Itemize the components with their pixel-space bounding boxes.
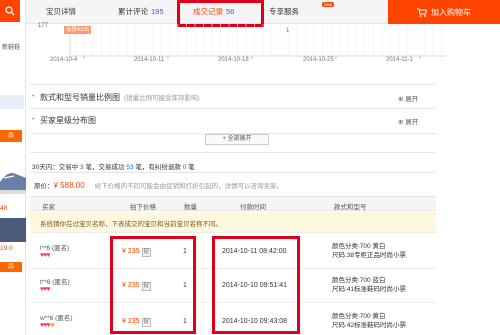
divider xyxy=(30,152,436,153)
expand-toggle-sales[interactable]: ⊕ 展开 xyxy=(398,93,418,103)
divider xyxy=(30,84,436,85)
x-tick-label: 2014-11-1 xyxy=(386,57,413,63)
row-style: 颜色分类:700 蓝白 尺码:41标准鞋码时尚小票 xyxy=(332,277,407,293)
x-tick-label: 2014-10-18 xyxy=(218,57,249,63)
bullet-icon: • xyxy=(32,116,35,123)
col-price: 拍下价格 xyxy=(130,204,156,211)
buyer-name[interactable]: l**6 (匿名) xyxy=(40,242,69,252)
buyer-level-icon: ♥♥♥ xyxy=(40,286,51,293)
expand-toggle-stars[interactable]: ⊕ 展开 xyxy=(398,116,418,126)
col-buyer: 买家 xyxy=(42,204,55,211)
divider xyxy=(30,108,436,109)
section-style-sales[interactable]: 款式和型号销量比例图 (销量比例可能受库存影响) xyxy=(40,92,200,103)
bullet-icon: • xyxy=(32,93,35,100)
original-price: 原价：¥ 588.00 给下价格的不同可能会由促销和打折引起的，详情可以咨询卖家。 xyxy=(34,181,284,190)
sales-trend-chart xyxy=(69,24,446,59)
search-icon xyxy=(5,6,15,16)
highlight-price-qty xyxy=(110,236,196,334)
transaction-stats: 30天内：交易中 3 笔，交易成功 53 笔，有纠纷退款 0 笔 xyxy=(32,164,195,171)
buyer-name[interactable]: w**6 (匿名) xyxy=(40,312,73,322)
buyer-level-icon: ♥♥♥ xyxy=(40,252,51,259)
left-badge: 品 xyxy=(0,130,22,142)
buyer-level-icon: ♥♥♥ ■ xyxy=(40,322,55,329)
tab-services[interactable]: 专享服务 xyxy=(269,0,299,24)
left-snippet: 新鞋鞋 xyxy=(2,45,21,51)
x-tick-label: 2014-10-25 xyxy=(303,57,334,63)
add-to-cart-button[interactable]: 加入购物车 xyxy=(388,0,500,24)
search-button[interactable] xyxy=(0,0,20,22)
cart-icon xyxy=(417,8,427,17)
left-product-image-2[interactable] xyxy=(0,218,26,242)
left-badge-2: 品 xyxy=(0,262,22,272)
left-product-image[interactable] xyxy=(0,160,26,200)
records-notice: 系统猜你在过宝贝名称，下表成交的宝贝和当前宝贝名称不同。 xyxy=(30,212,436,232)
divider xyxy=(30,232,436,233)
highlight-transactions-tab xyxy=(177,0,264,27)
col-qty: 数量 xyxy=(184,204,197,211)
chart-marker-value: 1 xyxy=(286,28,290,34)
expand-all-button[interactable]: + 全部展开 xyxy=(205,134,269,145)
highlight-paytime xyxy=(212,236,300,334)
buyer-name[interactable]: t**6 (匿名) xyxy=(40,276,70,286)
row-style: 颜色分类:700 黄白 尺码:38专柜正品时尚小票 xyxy=(332,243,407,259)
col-paytime: 付款时间 xyxy=(240,204,266,211)
tab-reviews[interactable]: 累计评论 195 xyxy=(118,0,164,24)
y-tick-label: 177 xyxy=(38,23,49,29)
divider xyxy=(30,172,436,173)
x-tick-label: 2014-10-4 xyxy=(50,57,78,63)
left-price-2: 19.0 xyxy=(0,245,13,252)
chart-marker-label: 会员¥235 xyxy=(64,26,92,34)
tab-details[interactable]: 宝贝详情 xyxy=(46,0,76,24)
new-badge: new xyxy=(322,2,335,7)
x-tick-label: 2014-10-11 xyxy=(134,57,165,63)
col-style: 款式和型号 xyxy=(334,204,367,211)
section-buyer-stars[interactable]: 买家星级分布图 xyxy=(40,115,96,126)
row-style: 颜色分类:700 黄白 尺码:42标准鞋码时尚小票 xyxy=(332,313,407,329)
left-banner xyxy=(0,95,24,109)
records-table-header: 买家 拍下价格 数量 付款时间 款式和型号 xyxy=(30,196,436,211)
left-price: 48 xyxy=(0,205,8,212)
